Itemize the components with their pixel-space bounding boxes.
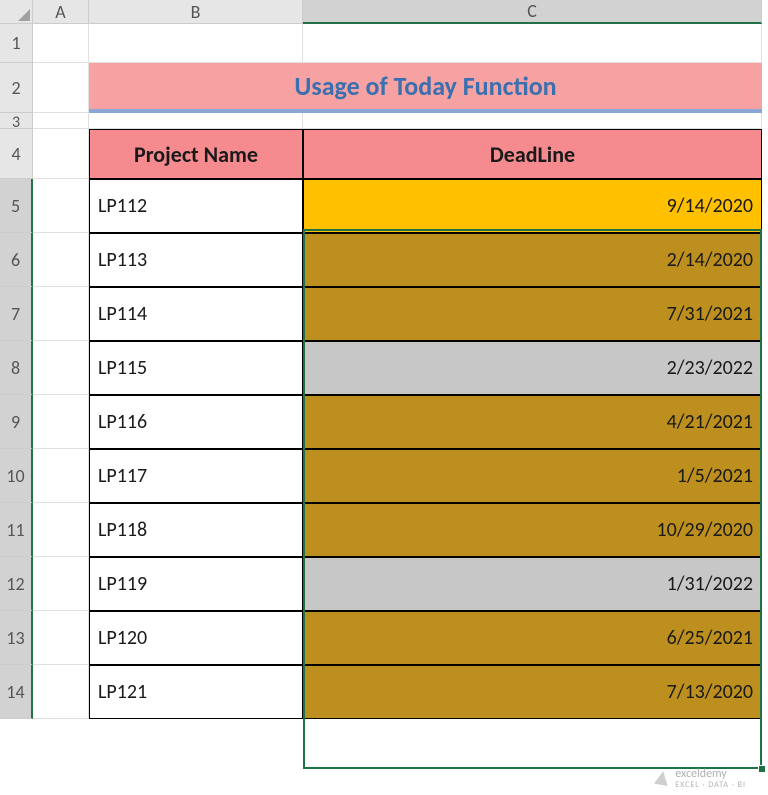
cell-C10[interactable]: 1/5/2021 [303,449,762,503]
row-header-7[interactable]: 7 [0,287,33,341]
cell-B8[interactable]: LP115 [89,341,303,395]
cell-A10[interactable] [33,449,89,503]
cell-C14[interactable]: 7/13/2020 [303,665,762,719]
project-name: LP118 [98,518,147,542]
cell-C7[interactable]: 7/31/2021 [303,287,762,341]
header-project-label: Project Name [134,141,258,168]
project-name: LP114 [98,302,147,326]
deadline-value: 2/14/2020 [667,248,753,272]
header-deadline[interactable]: DeadLine [303,129,762,179]
watermark-tagline: EXCEL · DATA · BI [675,781,746,789]
spreadsheet-grid: A B C 1 2 Usage of Today Function 3 4 Pr… [0,0,768,719]
cell-B7[interactable]: LP114 [89,287,303,341]
row-header-5[interactable]: 5 [0,179,33,233]
deadline-value: 1/31/2022 [667,572,753,596]
watermark-name: exceldemy [675,767,727,781]
deadline-value: 2/23/2022 [667,356,753,380]
row-header-12[interactable]: 12 [0,557,33,611]
cell-A6[interactable] [33,233,89,287]
deadline-value: 9/14/2020 [667,194,753,218]
deadline-value: 1/5/2021 [677,464,753,488]
cell-C5[interactable]: 9/14/2020 [303,179,762,233]
deadline-value: 6/25/2021 [667,626,753,650]
cell-C13[interactable]: 6/25/2021 [303,611,762,665]
row-header-6[interactable]: 6 [0,233,33,287]
cell-C11[interactable]: 10/29/2020 [303,503,762,557]
project-name: LP120 [98,626,147,650]
row-header-3[interactable]: 3 [0,113,33,129]
row-header-8[interactable]: 8 [0,341,33,395]
row-header-13[interactable]: 13 [0,611,33,665]
row-header-14[interactable]: 14 [0,665,33,719]
cell-B12[interactable]: LP119 [89,557,303,611]
cell-A11[interactable] [33,503,89,557]
project-name: LP112 [98,194,147,218]
watermark-logo-icon [654,770,670,786]
selection-fill-handle[interactable] [758,765,766,773]
row-header-10[interactable]: 10 [0,449,33,503]
cell-A5[interactable] [33,179,89,233]
row-header-1[interactable]: 1 [0,24,33,63]
cell-C8[interactable]: 2/23/2022 [303,341,762,395]
cell-A2[interactable] [33,63,89,113]
deadline-value: 10/29/2020 [656,518,753,542]
cell-A3[interactable] [33,113,89,129]
cell-B13[interactable]: LP120 [89,611,303,665]
cell-B11[interactable]: LP118 [89,503,303,557]
project-name: LP116 [98,410,147,434]
cell-A7[interactable] [33,287,89,341]
row-header-4[interactable]: 4 [0,129,33,179]
cell-A1[interactable] [33,24,89,63]
header-project-name[interactable]: Project Name [89,129,303,179]
cell-C9[interactable]: 4/21/2021 [303,395,762,449]
cell-A14[interactable] [33,665,89,719]
cell-B10[interactable]: LP117 [89,449,303,503]
cell-B1[interactable] [89,24,303,63]
cell-A12[interactable] [33,557,89,611]
cell-A13[interactable] [33,611,89,665]
cell-A4[interactable] [33,129,89,179]
cell-C12[interactable]: 1/31/2022 [303,557,762,611]
deadline-value: 7/31/2021 [667,302,753,326]
cell-B3[interactable] [89,113,303,129]
select-all-corner[interactable] [0,0,33,24]
cell-C3[interactable] [303,113,762,129]
title-cell[interactable]: Usage of Today Function [89,63,762,113]
col-header-B[interactable]: B [89,0,303,24]
cell-B5[interactable]: LP112 [89,179,303,233]
row-header-2[interactable]: 2 [0,63,33,113]
cell-A8[interactable] [33,341,89,395]
deadline-value: 4/21/2021 [667,410,753,434]
header-deadline-label: DeadLine [490,141,575,168]
project-name: LP115 [98,356,147,380]
title-text: Usage of Today Function [294,70,556,102]
project-name: LP117 [98,464,147,488]
project-name: LP119 [98,572,147,596]
cell-C1[interactable] [303,24,762,63]
cell-A9[interactable] [33,395,89,449]
project-name: LP121 [98,680,147,704]
watermark: exceldemy EXCEL · DATA · BI [655,767,746,789]
row-header-9[interactable]: 9 [0,395,33,449]
cell-B14[interactable]: LP121 [89,665,303,719]
project-name: LP113 [98,248,147,272]
col-header-A[interactable]: A [33,0,89,24]
cell-C6[interactable]: 2/14/2020 [303,233,762,287]
col-header-C[interactable]: C [303,0,762,24]
cell-B6[interactable]: LP113 [89,233,303,287]
deadline-value: 7/13/2020 [667,680,753,704]
row-header-11[interactable]: 11 [0,503,33,557]
cell-B9[interactable]: LP116 [89,395,303,449]
